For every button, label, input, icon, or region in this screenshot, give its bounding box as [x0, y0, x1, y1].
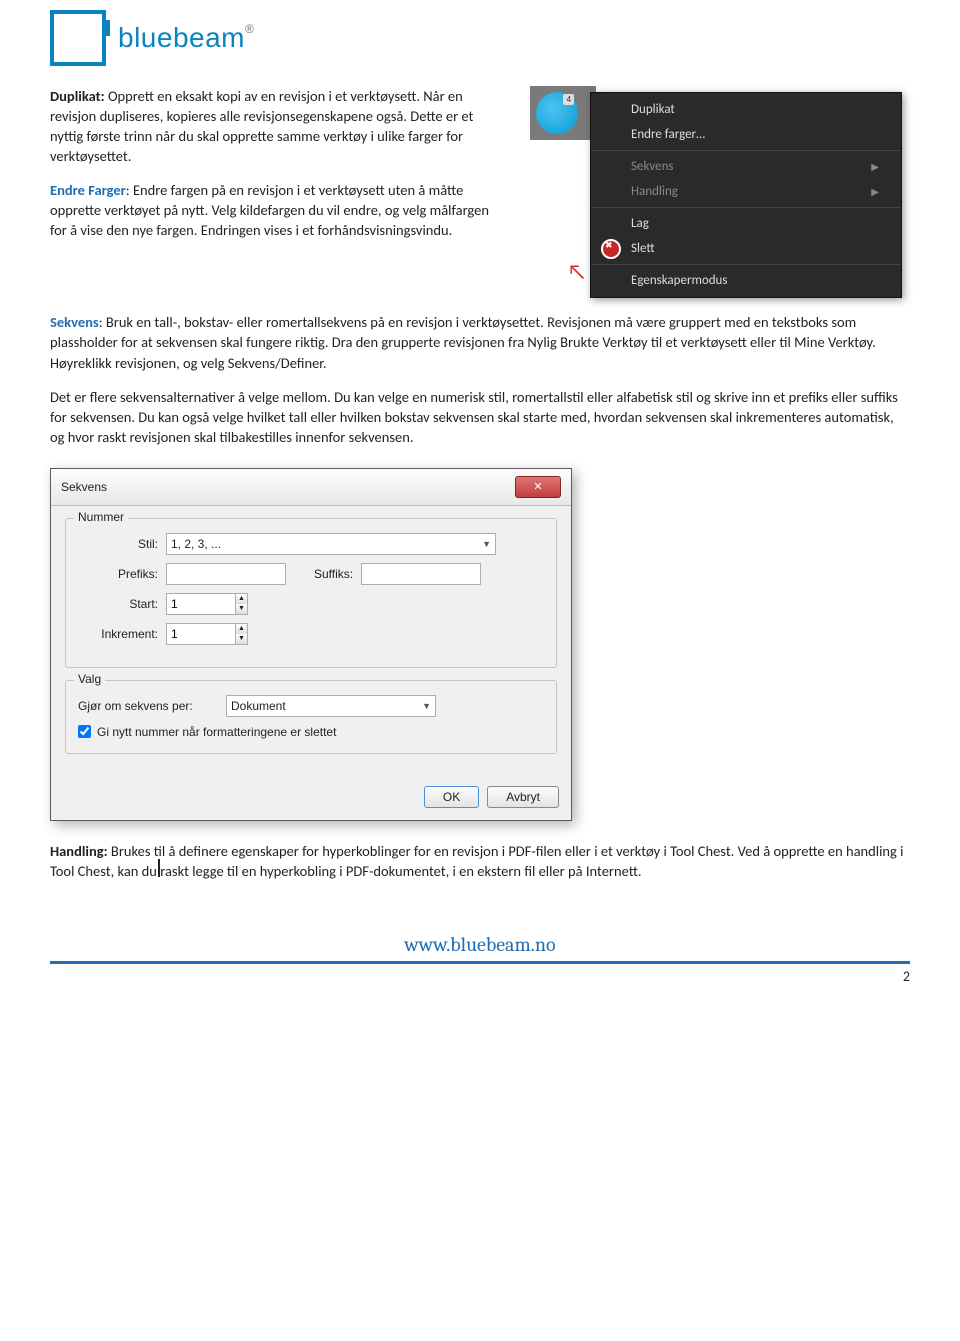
- ctx-endre-farger[interactable]: Endre farger…: [591, 122, 901, 147]
- dialog-title: Sekvens: [61, 480, 107, 494]
- legend-valg: Valg: [74, 672, 105, 686]
- inkrement-spinner[interactable]: ▲▼: [166, 623, 248, 645]
- chevron-right-icon: ▶: [871, 160, 879, 173]
- ctx-label: Handling: [631, 184, 678, 199]
- reset-per-value: Dokument: [231, 699, 286, 713]
- legend-nummer: Nummer: [74, 510, 128, 524]
- endre-label: Endre Farger: [50, 181, 126, 199]
- ctx-label: Endre farger…: [631, 127, 705, 142]
- ok-label: OK: [443, 790, 460, 804]
- para-duplikat: Duplikat: Opprett en eksakt kopi av en r…: [50, 86, 500, 166]
- handling-label: Handling:: [50, 842, 108, 860]
- ctx-separator: [591, 264, 901, 265]
- label-prefiks: Prefiks:: [78, 567, 158, 581]
- footer: www.bluebeam.no 2: [50, 921, 910, 985]
- prefiks-input[interactable]: [166, 563, 286, 585]
- brand-name: bluebeam®: [118, 22, 254, 54]
- ctx-label: Sekvens: [631, 159, 673, 174]
- start-spinner[interactable]: ▲▼: [166, 593, 248, 615]
- cancel-label: Avbryt: [506, 790, 540, 804]
- ctx-egenskapermodus[interactable]: Egenskapermodus: [591, 268, 901, 293]
- ctx-separator: [591, 150, 901, 151]
- handling-text: Brukes til å definere egenskaper for hyp…: [50, 842, 904, 880]
- start-input[interactable]: [167, 594, 235, 614]
- ctx-label: Slett: [631, 241, 655, 256]
- text-cursor-icon: [158, 859, 160, 877]
- ctx-label: Egenskapermodus: [631, 273, 727, 288]
- context-menu-screenshot: 4 Duplikat Endre farger… Sekvens ▶ Handli…: [530, 86, 910, 298]
- para-sekvens: Sekvens: Bruk en tall-, bokstav- eller r…: [50, 312, 910, 373]
- chevron-down-icon[interactable]: ▼: [236, 604, 247, 614]
- label-reset-per: Gjør om sekvens per:: [78, 699, 218, 713]
- ctx-label: Lag: [631, 216, 649, 231]
- close-button[interactable]: ✕: [515, 476, 561, 498]
- duplikat-label: Duplikat:: [50, 87, 105, 105]
- context-menu: Duplikat Endre farger… Sekvens ▶ Handling…: [590, 92, 902, 298]
- tool-thumbnail: 4: [530, 86, 596, 140]
- fieldset-nummer: Nummer Stil: 1, 2, 3, ... ▼ Prefiks: Suf…: [65, 518, 557, 668]
- cursor-arrow-icon: ↖: [567, 258, 586, 285]
- label-renumber: Gi nytt nummer når formatteringene er sl…: [97, 725, 336, 739]
- ctx-lag[interactable]: Lag: [591, 211, 901, 236]
- label-inkrement: Inkrement:: [78, 627, 158, 641]
- renumber-checkbox[interactable]: [78, 725, 91, 738]
- ctx-handling[interactable]: Handling ▶: [591, 179, 901, 204]
- label-start: Start:: [78, 597, 158, 611]
- footer-rule: [50, 961, 910, 964]
- sekvens-text: : Bruk en tall-, bokstav- eller romertal…: [50, 313, 876, 372]
- duplikat-text: Opprett en eksakt kopi av en revisjon i …: [50, 87, 473, 165]
- ctx-sekvens[interactable]: Sekvens ▶: [591, 154, 901, 179]
- stil-value: 1, 2, 3, ...: [171, 537, 221, 551]
- registered-icon: ®: [245, 22, 254, 36]
- header: bluebeam®: [50, 0, 910, 86]
- inkrement-input[interactable]: [167, 624, 235, 644]
- ctx-label: Duplikat: [631, 102, 675, 117]
- close-icon: ✕: [533, 480, 542, 493]
- ctx-separator: [591, 207, 901, 208]
- brand-label: bluebeam: [118, 22, 245, 53]
- suffiks-input[interactable]: [361, 563, 481, 585]
- sekvens-dialog: Sekvens ✕ Nummer Stil: 1, 2, 3, ... ▼ Pr…: [50, 468, 572, 821]
- reset-per-combobox[interactable]: Dokument ▼: [226, 695, 436, 717]
- para-endre: Endre Farger: Endre fargen på en revisjo…: [50, 180, 500, 240]
- cancel-button[interactable]: Avbryt: [487, 786, 559, 808]
- chevron-down-icon[interactable]: ▼: [236, 634, 247, 644]
- delete-icon: [601, 239, 621, 259]
- thumb-badge: 4: [563, 94, 574, 105]
- label-suffiks: Suffiks:: [314, 567, 353, 581]
- stil-combobox[interactable]: 1, 2, 3, ... ▼: [166, 533, 496, 555]
- footer-url[interactable]: www.bluebeam.no: [404, 933, 555, 959]
- label-stil: Stil:: [78, 537, 158, 551]
- dialog-titlebar: Sekvens ✕: [51, 469, 571, 506]
- chevron-right-icon: ▶: [871, 185, 879, 198]
- para-handling: Handling: Brukes til å definere egenskap…: [50, 841, 910, 882]
- sekvens-label: Sekvens: [50, 313, 99, 331]
- fieldset-valg: Valg Gjør om sekvens per: Dokument ▼ Gi …: [65, 680, 557, 754]
- bluebeam-logo-icon: [50, 10, 106, 66]
- chevron-up-icon[interactable]: ▲: [236, 624, 247, 634]
- chevron-up-icon[interactable]: ▲: [236, 594, 247, 604]
- page-number: 2: [50, 968, 910, 985]
- para-sekvens-2: Det er flere sekvensalternativer å velge…: [50, 387, 910, 448]
- chevron-down-icon: ▼: [422, 701, 431, 711]
- chevron-down-icon: ▼: [482, 539, 491, 549]
- ellipse-tool-icon: 4: [536, 92, 578, 134]
- ok-button[interactable]: OK: [424, 786, 479, 808]
- ctx-slett[interactable]: Slett: [591, 236, 901, 261]
- ctx-duplikat[interactable]: Duplikat: [591, 97, 901, 122]
